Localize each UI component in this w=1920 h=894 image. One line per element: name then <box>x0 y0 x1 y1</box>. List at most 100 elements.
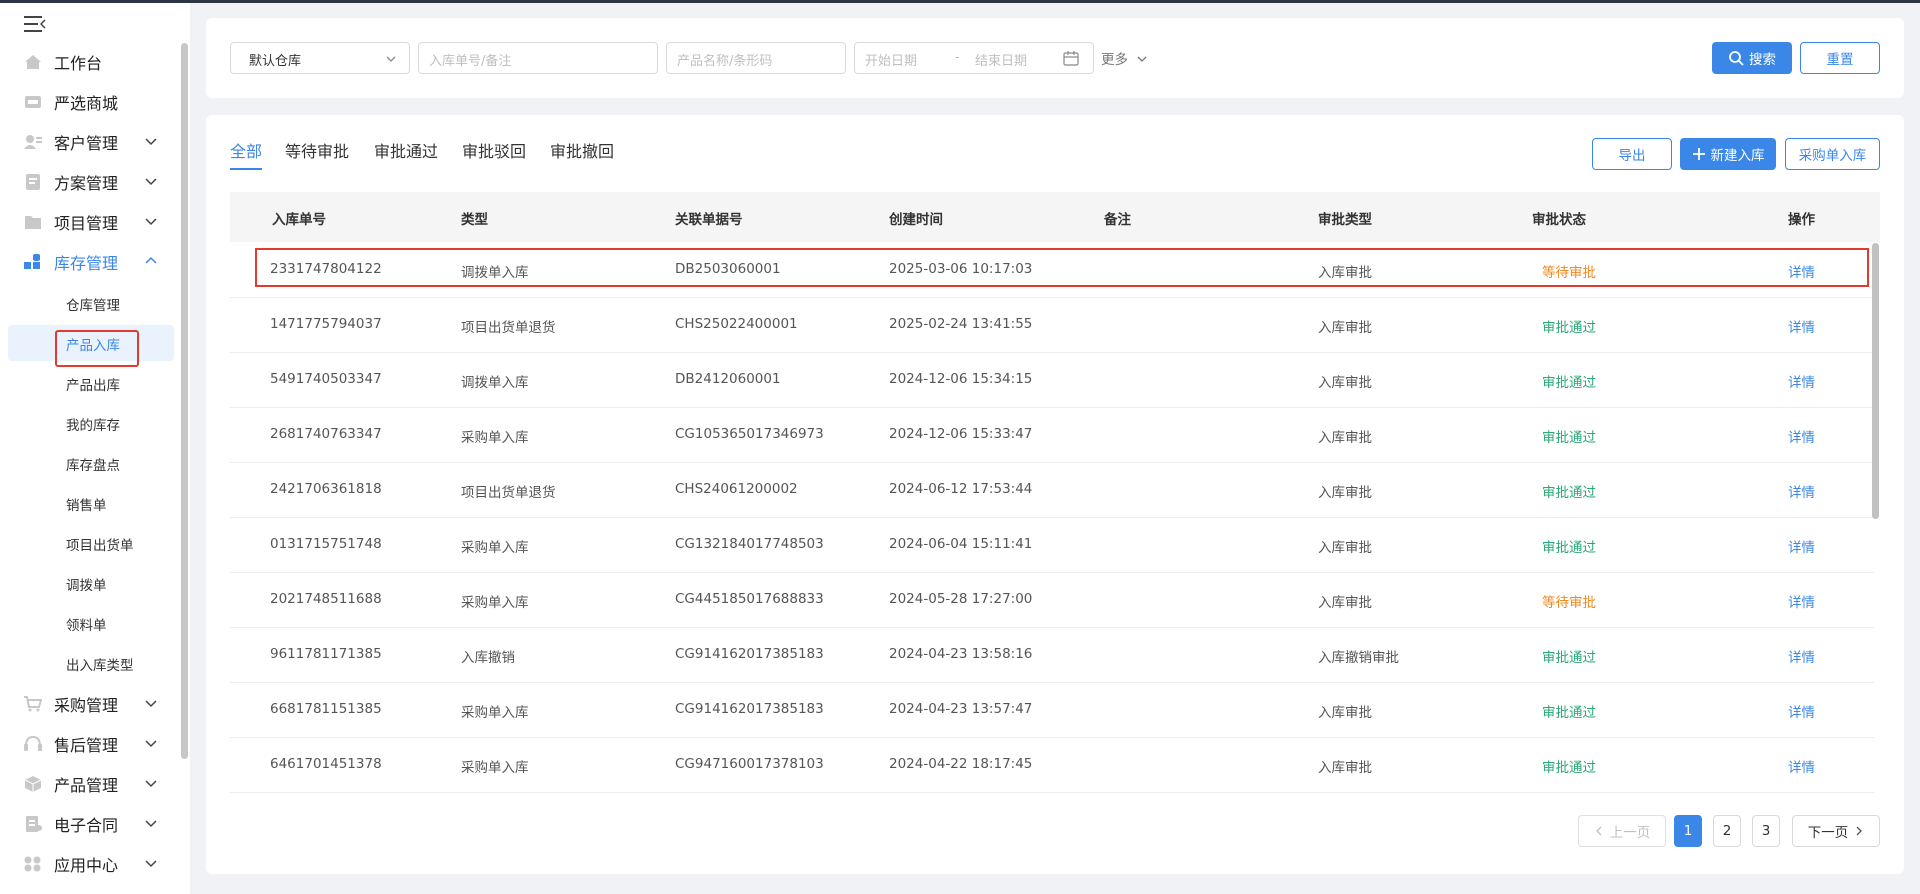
submenu-item-transfer[interactable]: 调拨单 <box>8 565 174 601</box>
submenu-item-product-outbound[interactable]: 产品出库 <box>8 365 174 401</box>
column-header: 备注 <box>1104 212 1131 228</box>
cell-type: 采购单入库 <box>461 595 529 611</box>
search-icon <box>1729 51 1744 66</box>
cell-type: 入库撤销 <box>461 650 515 666</box>
submenu-item-io-types[interactable]: 出入库类型 <box>8 645 174 681</box>
next-page-button[interactable]: 下一页 <box>1792 815 1880 847</box>
tab-approved[interactable]: 审批通过 <box>374 138 438 162</box>
tab-rejected[interactable]: 审批驳回 <box>462 138 526 162</box>
detail-link[interactable]: 详情 <box>1788 426 1815 446</box>
export-button[interactable]: 导出 <box>1592 138 1672 170</box>
chevron-down-icon <box>145 218 157 226</box>
cell-ref-no: CG914162017385183 <box>675 701 824 717</box>
table-row[interactable]: 2421706361818 项目出货单退货 CHS24061200002 2024-0… <box>230 463 1874 518</box>
detail-link[interactable]: 详情 <box>1788 481 1815 501</box>
table-row[interactable]: 6681781151385 采购单入库 CG914162017385183 2024-… <box>230 683 1874 738</box>
cell-ref-no: CHS25022400001 <box>675 316 798 332</box>
cart-icon <box>24 696 42 712</box>
sidebar-item-mall[interactable]: 严选商城 <box>8 83 174 121</box>
product-search-input[interactable]: 产品名称/条形码 <box>666 42 846 74</box>
sidebar: 工作台 严选商城 客户管理 方案管理 项目管理 库存管理 仓库管理 产品入库 产… <box>0 3 190 894</box>
export-button-label: 导出 <box>1618 148 1646 164</box>
reset-button[interactable]: 重置 <box>1800 42 1880 74</box>
cell-inbound-no: 2021748511688 <box>270 591 382 607</box>
detail-link[interactable]: 详情 <box>1788 536 1815 556</box>
sidebar-item-projects[interactable]: 项目管理 <box>8 203 174 241</box>
sidebar-item-after-sales[interactable]: 售后管理 <box>8 725 174 763</box>
sidebar-item-purchasing[interactable]: 采购管理 <box>8 685 174 723</box>
cell-ref-no: CG947160017378103 <box>675 756 824 772</box>
sidebar-item-workbench[interactable]: 工作台 <box>8 43 174 81</box>
cell-inbound-no: 2681740763347 <box>270 426 382 442</box>
chevron-down-icon <box>145 820 157 828</box>
reset-button-label: 重置 <box>1826 52 1854 68</box>
column-header: 创建时间 <box>889 212 943 228</box>
submenu-item-material-requisition[interactable]: 领料单 <box>8 605 174 641</box>
submenu-item-stocktaking[interactable]: 库存盘点 <box>8 445 174 481</box>
table-scrollbar[interactable] <box>1872 243 1879 519</box>
submenu-item-my-stock[interactable]: 我的库存 <box>8 405 174 441</box>
cell-approval-type: 入库审批 <box>1318 320 1372 336</box>
cell-created-time: 2024-04-23 13:58:16 <box>889 646 1033 662</box>
detail-link[interactable]: 详情 <box>1788 756 1815 776</box>
table-row[interactable]: 9611781171385 入库撤销 CG914162017385183 2024-0… <box>230 628 1874 683</box>
table-row[interactable]: 6461701451378 采购单入库 CG947160017378103 2024-… <box>230 738 1874 793</box>
table-row[interactable]: 2681740763347 采购单入库 CG105365017346973 2024-… <box>230 408 1874 463</box>
sidebar-item-products[interactable]: 产品管理 <box>8 765 174 803</box>
detail-link[interactable]: 详情 <box>1788 371 1815 391</box>
chevron-down-icon <box>145 740 157 748</box>
submenu-item-warehouse[interactable]: 仓库管理 <box>8 285 174 321</box>
detail-link[interactable]: 详情 <box>1788 701 1815 721</box>
table-row[interactable]: 0131715751748 采购单入库 CG132184017748503 2024-… <box>230 518 1874 573</box>
cell-ref-no: CG132184017748503 <box>675 536 824 552</box>
end-date-placeholder: 结束日期 <box>975 54 1028 69</box>
column-header: 入库单号 <box>272 212 326 228</box>
start-date-placeholder: 开始日期 <box>865 54 918 69</box>
chevron-down-icon <box>1137 56 1147 62</box>
tab-withdrawn[interactable]: 审批撤回 <box>550 138 614 162</box>
sidebar-item-e-contract[interactable]: 电子合同 <box>8 805 174 843</box>
more-filters-toggle[interactable]: 更多 <box>1101 48 1147 68</box>
submenu-label: 仓库管理 <box>66 298 120 314</box>
new-inbound-button[interactable]: 新建入库 <box>1680 138 1776 170</box>
prev-page-button[interactable]: 上一页 <box>1578 815 1666 847</box>
sidebar-item-inventory[interactable]: 库存管理 <box>8 243 174 281</box>
sidebar-item-customers[interactable]: 客户管理 <box>8 123 174 161</box>
sidebar-item-label: 采购管理 <box>54 696 119 715</box>
document-icon <box>26 174 40 190</box>
warehouse-select-value: 默认仓库 <box>249 54 302 69</box>
order-number-input[interactable]: 入库单号/备注 <box>418 42 658 74</box>
warehouse-select[interactable]: 默认仓库 <box>230 42 410 74</box>
tab-label: 等待审批 <box>285 142 350 161</box>
date-range-picker[interactable]: 开始日期 - 结束日期 <box>854 42 1094 74</box>
sidebar-item-label: 工作台 <box>54 54 103 73</box>
submenu-label: 产品出库 <box>66 378 120 394</box>
page-button[interactable]: 3 <box>1752 815 1780 847</box>
search-button[interactable]: 搜索 <box>1712 42 1792 74</box>
table-row[interactable]: 2021748511688 采购单入库 CG445185017688833 2024-… <box>230 573 1874 628</box>
menu-collapse-icon[interactable] <box>24 15 46 33</box>
submenu-item-sales-order[interactable]: 销售单 <box>8 485 174 521</box>
detail-link[interactable]: 详情 <box>1788 316 1815 336</box>
detail-link[interactable]: 详情 <box>1788 591 1815 611</box>
cell-type: 项目出货单退货 <box>461 320 556 336</box>
calendar-icon <box>1063 51 1079 66</box>
table-row[interactable]: 5491740503347 调拨单入库 DB2412060001 2024-12-06… <box>230 353 1874 408</box>
tab-all[interactable]: 全部 <box>230 138 262 162</box>
submenu-item-project-shipment[interactable]: 项目出货单 <box>8 525 174 561</box>
sidebar-item-plans[interactable]: 方案管理 <box>8 163 174 201</box>
chevron-down-icon <box>145 138 157 146</box>
submenu-label: 销售单 <box>66 498 107 514</box>
sidebar-item-app-center[interactable]: 应用中心 <box>8 845 174 883</box>
table-row[interactable]: 1471775794037 项目出货单退货 CHS25022400001 2025-0… <box>230 298 1874 353</box>
sidebar-scrollbar[interactable] <box>181 43 188 759</box>
page-button[interactable]: 2 <box>1713 815 1741 847</box>
cell-approval-type: 入库审批 <box>1318 430 1372 446</box>
purchase-inbound-button[interactable]: 采购单入库 <box>1785 138 1880 170</box>
cell-ref-no: CG445185017688833 <box>675 591 824 607</box>
chevron-down-icon <box>145 860 157 868</box>
tab-pending[interactable]: 等待审批 <box>285 138 349 162</box>
detail-link[interactable]: 详情 <box>1788 646 1815 666</box>
page-button[interactable]: 1 <box>1674 815 1702 847</box>
order-number-placeholder: 入库单号/备注 <box>429 54 512 69</box>
